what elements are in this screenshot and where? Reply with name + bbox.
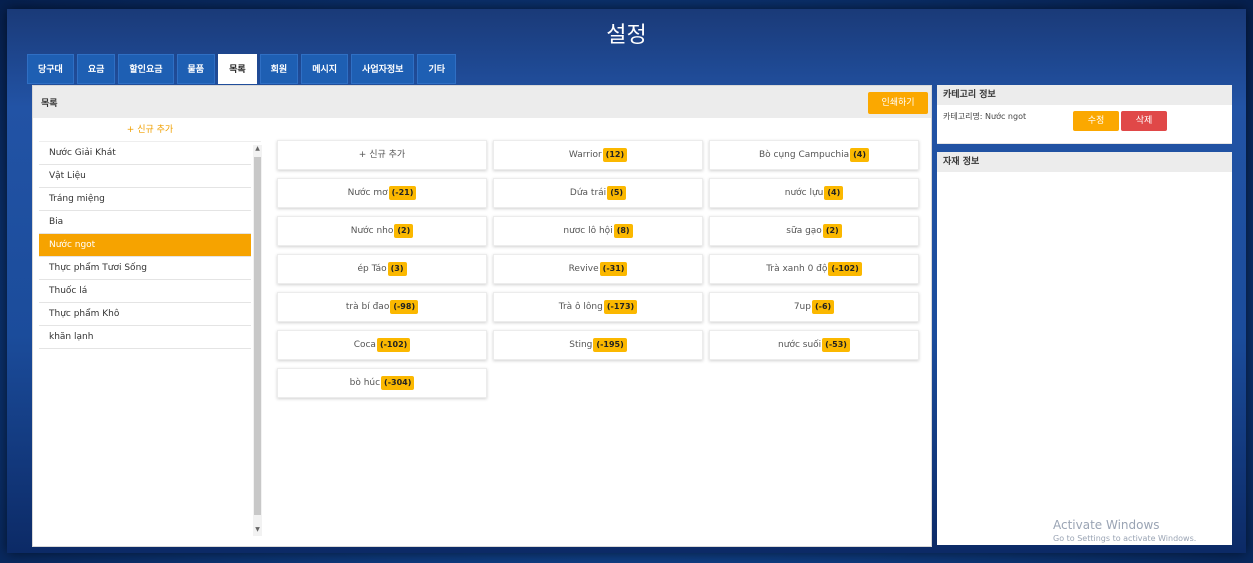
item-name: nước lựu [784,188,824,198]
item-name: Coca [353,340,376,350]
tab-messages[interactable]: 메시지 [301,54,349,84]
add-category-button[interactable]: + 신규 추가 [39,119,261,142]
item-card[interactable]: Dứa trái (5) [493,178,703,208]
item-name: Bò cụng Campuchia [758,150,850,160]
category-item[interactable]: Nước Giải Khát [39,142,251,165]
add-item-button[interactable]: + 신규 추가 [277,140,487,170]
item-card[interactable]: 7up (-6) [709,292,919,322]
category-item[interactable]: Tráng miệng [39,188,251,211]
item-name: Warrior [568,150,602,160]
item-name: Nước nho [350,226,394,236]
item-count-badge: (12) [602,148,628,162]
category-scrollbar[interactable]: ▲ ▼ [253,145,262,536]
scroll-up-icon[interactable]: ▲ [253,145,262,155]
item-card[interactable]: bò húc (-304) [277,368,487,398]
panel-title: 목록 [41,99,58,109]
item-card[interactable]: sữa gạo (2) [709,216,919,246]
category-item[interactable]: khăn lạnh [39,326,251,349]
tab-members[interactable]: 회원 [259,54,299,84]
item-count-badge: (-6) [811,300,835,314]
category-item[interactable]: Thuốc lá [39,280,251,303]
item-name: Revive [568,264,599,274]
watermark-line2: Go to Settings to activate Windows. [1053,534,1197,543]
item-count-badge: (3) [387,262,407,276]
item-card[interactable]: Nước mơ (-21) [277,178,487,208]
category-item-selected[interactable]: Nước ngot [39,234,251,257]
category-info-body: 카테고리명: Nước ngot 수정 삭제 [937,105,1232,144]
item-name: 7up [793,302,811,312]
item-name: nươc lô hội [563,226,613,236]
item-card[interactable]: Nước nho (2) [277,216,487,246]
tab-business-info[interactable]: 사업자정보 [351,54,415,84]
delete-button[interactable]: 삭제 [1121,111,1167,131]
item-count-badge: (-304) [381,376,415,390]
category-list: + 신규 추가 Nước Giải Khát Vật Liệu Tráng mi… [39,119,262,536]
print-button[interactable]: 인쇄하기 [868,92,928,114]
category-info-panel: 카테고리 정보 카테고리명: Nước ngot 수정 삭제 [937,85,1232,144]
scroll-thumb[interactable] [254,157,261,515]
item-card[interactable]: nươc lô hội (8) [493,216,703,246]
item-card[interactable]: Trà xanh 0 độ (-102) [709,254,919,284]
item-grid: + 신규 추가 Warrior (12) Bò cụng Campuchia (4)… [277,140,919,398]
item-card[interactable]: Sting (-195) [493,330,703,360]
item-card[interactable]: Coca (-102) [277,330,487,360]
category-item[interactable]: Vật Liệu [39,165,251,188]
tab-tables[interactable]: 당구대 [27,54,74,84]
detail-info-panel: 자재 정보 [937,152,1232,545]
item-name: trà bí đao [345,302,390,312]
category-item[interactable]: Thực phẩm Tươi Sống [39,257,251,280]
item-count-badge: (-102) [828,262,862,276]
item-name: bò húc [349,378,381,388]
item-count-badge: (5) [607,186,627,200]
panel-header: 목록 인쇄하기 [33,86,931,118]
item-name: nước suối [778,340,822,350]
tab-goods[interactable]: 물품 [176,54,216,84]
item-card[interactable]: Bò cụng Campuchia (4) [709,140,919,170]
item-name: Trà xanh 0 độ [766,264,828,274]
item-name: sữa gạo [786,226,822,236]
item-card[interactable]: Trà ô lông (-173) [493,292,703,322]
item-name: Trà ô lông [558,302,603,312]
activation-watermark: Activate Windows Go to Settings to activ… [1053,518,1196,543]
tab-list[interactable]: 목록 [218,54,257,84]
item-count-badge: (2) [822,224,842,238]
item-card[interactable]: trà bí đao (-98) [277,292,487,322]
item-count-badge: (2) [394,224,414,238]
tab-other[interactable]: 기타 [417,54,457,84]
edit-button[interactable]: 수정 [1073,111,1119,131]
item-count-badge: (-31) [599,262,628,276]
tab-rates[interactable]: 요금 [76,54,116,84]
list-panel: 목록 인쇄하기 + 신규 추가 Nước Giải Khát Vật Liệu … [32,85,932,547]
scroll-down-icon[interactable]: ▼ [253,526,262,536]
window-title: 설정 [606,23,647,48]
category-item[interactable]: Bia [39,211,251,234]
item-count-badge: (-98) [390,300,419,314]
item-name: Sting [569,340,593,350]
detail-info-title: 자재 정보 [937,152,1232,172]
tab-bar: 당구대 요금 할인요금 물품 목록 회원 메시지 사업자정보 기타 [27,54,457,84]
item-count-badge: (-173) [603,300,638,314]
category-name-label: 카테고리명: Nước ngot [943,112,1027,121]
item-card[interactable]: Revive (-31) [493,254,703,284]
item-name: Nước mơ [347,188,388,198]
item-count-badge: (-102) [376,338,411,352]
item-count-badge: (-21) [388,186,417,200]
item-count-badge: (-195) [593,338,627,352]
item-count-badge: (4) [850,148,869,162]
item-name: Dứa trái [569,188,607,198]
item-card[interactable]: Warrior (12) [493,140,703,170]
category-item[interactable]: Thực phẩm Khô [39,303,251,326]
item-count-badge: (8) [613,224,633,238]
item-card[interactable]: ép Táo (3) [277,254,487,284]
category-info-title: 카테고리 정보 [937,85,1232,105]
tab-discount-rates[interactable]: 할인요금 [118,54,174,84]
item-count-badge: (4) [824,186,844,200]
item-card[interactable]: nước lựu (4) [709,178,919,208]
watermark-line1: Activate Windows [1053,518,1160,532]
item-name: ép Táo [357,264,387,274]
item-card[interactable]: nước suối (-53) [709,330,919,360]
item-count-badge: (-53) [822,338,850,352]
